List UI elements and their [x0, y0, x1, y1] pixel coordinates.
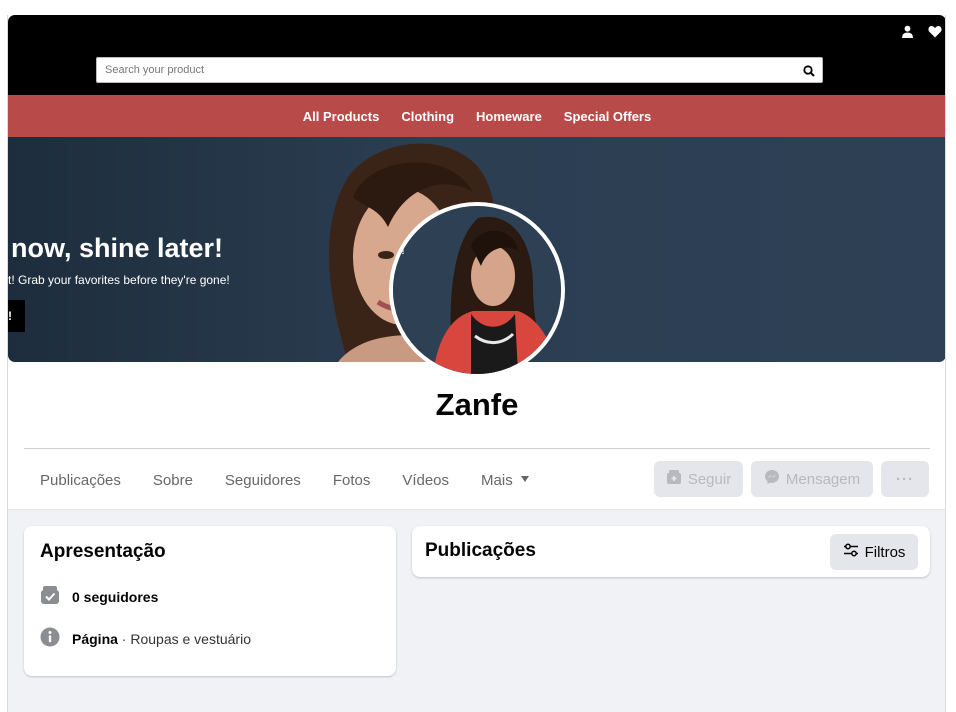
message-button[interactable]: Mensagem — [751, 461, 873, 497]
profile-content: Apresentação 0 seguidores Página · Roupa… — [8, 509, 945, 712]
info-icon — [40, 627, 60, 650]
profile-tabs: Publicações Sobre Seguidores Fotos Vídeo… — [24, 463, 545, 499]
tab-videos[interactable]: Vídeos — [386, 463, 465, 499]
search-icon[interactable] — [803, 64, 815, 82]
top-icons — [901, 25, 942, 38]
cover-shop-button[interactable]: ! — [8, 300, 25, 332]
tab-more-label: Mais — [481, 472, 513, 489]
filter-sliders-icon — [843, 543, 859, 561]
profile-name: Zanfe — [435, 387, 519, 422]
more-options-button[interactable]: ··· — [881, 461, 929, 497]
cover-subtitle: t! Grab your favorites before they're go… — [8, 273, 230, 287]
nav-clothing[interactable]: Clothing — [401, 109, 454, 124]
tab-photos[interactable]: Fotos — [317, 463, 387, 499]
page-category-row: Página · Roupas e vestuário — [40, 627, 251, 650]
tab-followers[interactable]: Seguidores — [209, 463, 317, 499]
top-header — [8, 15, 945, 95]
tab-posts[interactable]: Publicações — [24, 463, 137, 499]
filter-label: Filtros — [864, 543, 906, 561]
user-icon[interactable] — [901, 25, 914, 38]
posts-title: Publicações — [425, 540, 536, 561]
search-input[interactable] — [97, 58, 777, 82]
posts-card: Publicações Filtros — [412, 526, 930, 577]
messenger-icon — [764, 469, 780, 489]
search-bar — [96, 57, 823, 83]
avatar-image — [393, 206, 561, 374]
profile-avatar[interactable]: er! — [389, 202, 565, 378]
follow-label: Seguir — [687, 470, 732, 488]
message-label: Mensagem — [785, 470, 861, 488]
filter-button[interactable]: Filtros — [830, 534, 918, 570]
nav-all-products[interactable]: All Products — [303, 109, 380, 124]
caret-down-icon — [520, 476, 529, 483]
nav-special-offers[interactable]: Special Offers — [564, 109, 651, 124]
browser-frame: All Products Clothing Homeware Special O… — [7, 15, 946, 712]
follow-button[interactable]: Seguir — [654, 461, 743, 497]
tab-more[interactable]: Mais — [465, 463, 545, 499]
heart-icon[interactable] — [928, 25, 942, 38]
category-nav: All Products Clothing Homeware Special O… — [8, 95, 945, 137]
divider — [24, 448, 930, 449]
followers-icon — [40, 585, 60, 608]
cover-title: now, shine later! — [11, 233, 224, 263]
tab-about[interactable]: Sobre — [137, 463, 209, 499]
follow-icon — [666, 469, 682, 489]
profile-actions: Seguir Mensagem ··· — [654, 461, 929, 497]
intro-card: Apresentação 0 seguidores Página · Roupa… — [24, 526, 396, 676]
avatar-overlay-text: er! — [393, 246, 405, 256]
followers-count[interactable]: 0 seguidores — [72, 589, 158, 605]
nav-homeware[interactable]: Homeware — [476, 109, 542, 124]
intro-title: Apresentação — [40, 541, 166, 562]
page-category: · Roupas e vestuário — [117, 630, 251, 647]
page-label: Página — [72, 630, 118, 647]
followers-row: 0 seguidores — [40, 585, 158, 608]
